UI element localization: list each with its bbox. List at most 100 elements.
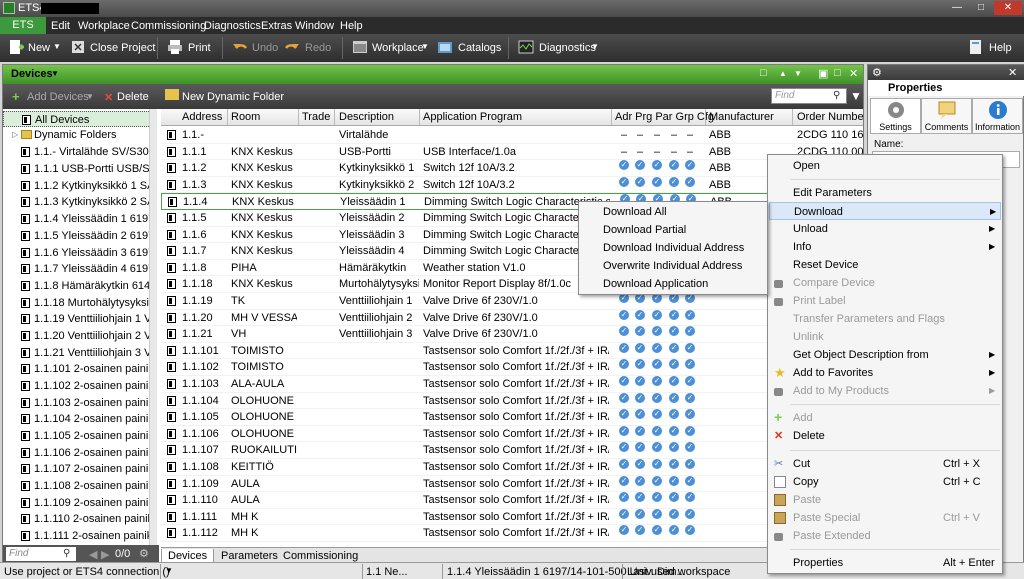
workplace-dropdown-icon[interactable]: ▼ bbox=[421, 42, 429, 51]
submenu-item-download-all[interactable]: Download All bbox=[603, 203, 667, 221]
menu-item-paste[interactable]: Paste bbox=[769, 491, 1001, 509]
panel-dropdown-icon[interactable]: ▼ bbox=[51, 69, 59, 78]
table-row[interactable]: 1.1.109 AULA Tastsensor solo Comfort 1f./2… bbox=[161, 475, 863, 493]
col-application-program[interactable]: Application Program bbox=[423, 111, 522, 123]
tree-item[interactable]: 1.1.105 2-osainen painik... bbox=[3, 428, 154, 444]
tree-item[interactable]: 1.1.3 Kytkinyksikkö 2 SA/... bbox=[3, 194, 154, 210]
menu-extras[interactable]: Extras bbox=[261, 20, 292, 32]
maximize-icon[interactable]: □ bbox=[970, 1, 992, 15]
col-order-number[interactable]: Order Number bbox=[797, 111, 863, 123]
col-trade[interactable]: Trade bbox=[302, 111, 330, 123]
catalogs-button[interactable]: Catalogs bbox=[458, 42, 501, 54]
menu-item-add[interactable]: + Add bbox=[769, 409, 1001, 427]
menu-item-info[interactable]: Info ▶ bbox=[769, 238, 1001, 256]
tab-parameters[interactable]: Parameters bbox=[215, 549, 284, 563]
tree-item[interactable]: 1.1.101 2-osainen painik... bbox=[3, 361, 154, 377]
tree-item[interactable]: 1.1.108 2-osainen painik... bbox=[3, 478, 154, 494]
close-project-button[interactable]: Close Project bbox=[90, 42, 155, 54]
tree-search-icon[interactable]: ⚲ bbox=[63, 548, 70, 559]
col-manufacturer[interactable]: Manufacturer bbox=[709, 111, 774, 123]
menu-item-paste-special[interactable]: Paste Special Ctrl + V bbox=[769, 509, 1001, 527]
tab-commissioning[interactable]: Commissioning bbox=[277, 549, 364, 563]
menu-help[interactable]: Help bbox=[340, 20, 363, 32]
tree-item[interactable]: 1.1.1 USB-Portti USB/S1.... bbox=[3, 161, 154, 177]
menu-edit[interactable]: Edit bbox=[51, 20, 70, 32]
submenu-item-download-application[interactable]: Download Application bbox=[603, 275, 708, 293]
connection-dropdown-icon[interactable]: ▼ bbox=[165, 566, 173, 575]
tree-item[interactable]: 1.1.- Virtalähde SV/S30.6... bbox=[3, 144, 154, 160]
tree-item[interactable]: 1.1.20 Venttiiliohjain 2 V... bbox=[3, 328, 154, 344]
tree-item[interactable]: 1.1.5 Yleissäädin 2 6197/... bbox=[3, 228, 154, 244]
menu-commissioning[interactable]: Commissioning bbox=[131, 20, 206, 32]
workplace-button[interactable]: Workplace bbox=[372, 42, 424, 54]
tree-item[interactable]: 1.1.18 Murtohälytysyksik... bbox=[3, 295, 154, 311]
properties-gear-icon[interactable]: ⚙ bbox=[872, 66, 882, 79]
tree-item[interactable]: 1.1.4 Yleissäädin 1 6197/... bbox=[3, 211, 154, 227]
diagnostics-button[interactable]: Diagnostics bbox=[539, 42, 596, 54]
menu-item-add-to-favorites[interactable]: ★ Add to Favorites ▶ bbox=[769, 364, 1001, 382]
table-row[interactable]: 1.1.2 KNX Keskus Kytkinyksikkö 1 Switch 12f… bbox=[161, 160, 863, 177]
close-icon[interactable]: ✕ bbox=[994, 1, 1022, 15]
table-row[interactable]: 1.1.110 AULA Tastsensor solo Comfort 1f./2… bbox=[161, 492, 863, 509]
menu-item-reset-device[interactable]: Reset Device bbox=[769, 256, 1001, 274]
tree-item[interactable]: 1.1.6 Yleissäädin 3 6197/... bbox=[3, 245, 154, 261]
filter-icon[interactable]: ▼ bbox=[850, 89, 862, 103]
new-dynamic-folder-button[interactable]: New Dynamic Folder bbox=[182, 91, 284, 103]
add-devices-dropdown-icon[interactable]: ▼ bbox=[86, 92, 94, 101]
table-row[interactable]: 1.1.108 KEITTIÖ Tastsensor solo Comfort 1f… bbox=[161, 459, 863, 476]
new-button[interactable]: New bbox=[28, 42, 50, 54]
col-status-flags[interactable]: Adr Prg Par Grp Cfg bbox=[615, 111, 714, 123]
tree-item[interactable]: 1.1.7 Yleissäädin 4 6197/... bbox=[3, 261, 154, 277]
tree-item[interactable]: 1.1.103 2-osainen painik... bbox=[3, 395, 154, 411]
submenu-item-overwrite-individual-address[interactable]: Overwrite Individual Address bbox=[603, 257, 742, 275]
diagnostics-dropdown-icon[interactable]: ▼ bbox=[591, 42, 599, 51]
expand-icon[interactable]: ▷ bbox=[12, 127, 18, 143]
table-row[interactable]: 1.1.20 MH V VESSA Venttiiliohjain 2 Valve D… bbox=[161, 309, 863, 327]
panel-down-icon[interactable]: ▼ bbox=[794, 69, 802, 78]
menu-item-edit-parameters[interactable]: Edit Parameters bbox=[769, 184, 1001, 202]
menu-item-copy[interactable]: Copy Ctrl + C bbox=[769, 473, 1001, 491]
menu-item-open[interactable]: Open bbox=[769, 157, 1001, 175]
tree-item[interactable]: 1.1.109 2-osainen painik... bbox=[3, 495, 154, 511]
undo-button[interactable]: Undo bbox=[252, 42, 278, 54]
new-dropdown-icon[interactable]: ▼ bbox=[53, 42, 61, 51]
menu-item-add-to-my-products[interactable]: Add to My Products ▶ bbox=[769, 382, 1001, 400]
tab-information[interactable]: Information bbox=[972, 98, 1023, 134]
tree-item[interactable]: 1.1.104 2-osainen painik... bbox=[3, 411, 154, 427]
tab-settings[interactable]: Settings bbox=[870, 98, 921, 134]
table-row[interactable]: 1.1.103 ALA-AULA Tastsensor solo Comfort 1… bbox=[161, 376, 863, 393]
panel-up-icon[interactable]: ▲ bbox=[779, 69, 787, 78]
table-row[interactable]: 1.1.1 KNX Keskus USB-Portti USB Interface/1… bbox=[161, 144, 863, 161]
table-row[interactable]: 1.1.111 MH K Tastsensor solo Comfort 1f./2… bbox=[161, 508, 863, 526]
menu-item-properties[interactable]: Properties Alt + Enter bbox=[769, 554, 1001, 572]
delete-button[interactable]: Delete bbox=[117, 91, 149, 103]
tree-item[interactable]: 1.1.111 2-osainen painik... bbox=[3, 528, 154, 544]
table-row[interactable]: 1.1.112 MH K Tastsensor solo Comfort 1f./2… bbox=[161, 525, 863, 542]
tree-item[interactable]: 1.1.102 2-osainen painik... bbox=[3, 378, 154, 394]
table-row[interactable]: 1.1.21 VH Venttiiliohjain 3 Valve Drive 6f … bbox=[161, 326, 863, 343]
menu-item-unload[interactable]: Unload ▶ bbox=[769, 220, 1001, 238]
menu-item-compare-device[interactable]: Compare Device bbox=[769, 274, 1001, 292]
tree-scrollbar[interactable] bbox=[149, 109, 157, 545]
panel-float-icon[interactable]: □ bbox=[834, 67, 841, 79]
devices-panel-title[interactable]: Devices bbox=[11, 68, 53, 80]
tree-item[interactable]: 1.1.2 Kytkinyksikkö 1 SA/... bbox=[3, 178, 154, 194]
connection-status[interactable]: Use project or ETS4 connection () bbox=[4, 566, 170, 578]
print-button[interactable]: Print bbox=[188, 42, 211, 54]
tree-item[interactable]: 1.1.21 Venttiiliohjain 3 V... bbox=[3, 345, 154, 361]
tree-item-all-devices[interactable]: All Devices bbox=[3, 111, 154, 127]
menu-diagnostics[interactable]: Diagnostics bbox=[204, 20, 261, 32]
table-row[interactable]: 1.1.106 OLOHUONE Tastsensor solo Comfort 1… bbox=[161, 425, 863, 443]
submenu-item-download-partial[interactable]: Download Partial bbox=[603, 221, 686, 239]
table-row[interactable]: 1.1.101 TOIMISTO Tastsensor solo Comfort 1… bbox=[161, 342, 863, 360]
table-row[interactable]: 1.1.107 RUOKAILUTILA Tastsensor solo Comfo… bbox=[161, 442, 863, 459]
search-icon[interactable]: ⚲ bbox=[833, 90, 840, 101]
tree-item[interactable]: 1.1.106 2-osainen painik... bbox=[3, 445, 154, 461]
menu-item-unlink[interactable]: Unlink bbox=[769, 328, 1001, 346]
menu-item-download[interactable]: Download ▶ bbox=[769, 202, 1001, 220]
menu-window[interactable]: Window bbox=[295, 20, 334, 32]
menu-workplace[interactable]: Workplace bbox=[78, 20, 130, 32]
submenu-item-download-individual-address[interactable]: Download Individual Address bbox=[603, 239, 744, 257]
table-row[interactable]: 1.1.102 TOIMISTO Tastsensor solo Comfort 1… bbox=[161, 359, 863, 376]
redo-button[interactable]: Redo bbox=[305, 42, 331, 54]
